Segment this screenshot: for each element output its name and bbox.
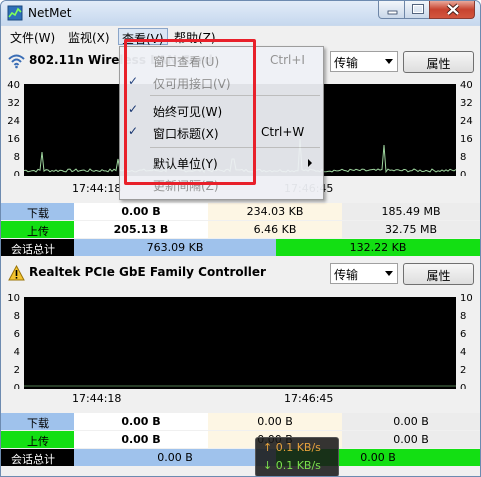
graph-plot-area bbox=[24, 297, 456, 389]
download-label: 下载 bbox=[1, 203, 74, 220]
download-total: 185.49 MB bbox=[342, 203, 480, 220]
view-menu-item-shortcut: Ctrl+W bbox=[261, 125, 305, 139]
y-tick-label-left: 16 bbox=[7, 134, 20, 145]
properties-button[interactable]: 属性 bbox=[403, 263, 474, 285]
session-total-label: 会话总计 bbox=[1, 239, 74, 256]
download-rate: 0.00 B bbox=[74, 413, 208, 430]
session-total-download: 763.09 KB bbox=[74, 239, 276, 256]
chevron-down-icon bbox=[385, 59, 393, 64]
y-tick-label-left: 8 bbox=[14, 311, 20, 322]
close-icon bbox=[446, 3, 460, 16]
mode-select-value: 传输 bbox=[334, 56, 359, 70]
upload-speed: ↑ 0.1 KB/s bbox=[263, 441, 321, 454]
warning-icon bbox=[8, 265, 25, 281]
download-total: 0.00 B bbox=[342, 413, 480, 430]
mode-select-value: 传输 bbox=[334, 268, 359, 282]
time-label-end: 17:46:45 bbox=[284, 392, 334, 405]
window-title: NetMet bbox=[28, 6, 72, 20]
traffic-graph: 10 10 8 8 6 6 4 4 2 2 0 0 17:44:18 17:46:45 bbox=[1, 289, 480, 405]
download-row: 下载 0.00 B 0.00 B 0.00 B bbox=[1, 413, 480, 430]
download-peak: 0.00 B bbox=[208, 413, 342, 430]
wifi-icon bbox=[8, 54, 25, 69]
minimize-icon bbox=[387, 10, 398, 15]
time-label-start: 17:44:18 bbox=[72, 182, 122, 195]
y-tick-label-left: 4 bbox=[14, 347, 20, 358]
download-peak: 234.03 KB bbox=[208, 203, 342, 220]
properties-button[interactable]: 属性 bbox=[403, 51, 474, 73]
upload-rate: 205.13 B bbox=[74, 221, 208, 238]
y-tick-label-right: 16 bbox=[460, 134, 473, 145]
upload-total: 0.00 B bbox=[342, 431, 480, 448]
session-total-upload: 132.22 KB bbox=[276, 239, 480, 256]
y-tick-label-right: 8 bbox=[460, 311, 466, 322]
download-label: 下载 bbox=[1, 413, 74, 430]
traffic-graph-svg: 10 10 8 8 6 6 4 4 2 2 0 0 bbox=[7, 293, 473, 389]
interface-header: Realtek PCIe GbE Family Controller 传输 属性 bbox=[1, 260, 480, 286]
upload-label: 上传 bbox=[1, 221, 74, 238]
maximize-icon bbox=[412, 4, 424, 14]
y-tick-label-right: 6 bbox=[460, 329, 466, 340]
menu-file[interactable]: 文件(W) bbox=[7, 28, 58, 45]
y-tick-label-right: 0 bbox=[460, 170, 466, 176]
y-tick-label-left: 0 bbox=[14, 383, 20, 389]
y-tick-label-right: 8 bbox=[460, 152, 466, 163]
y-tick-label-left: 6 bbox=[14, 329, 20, 340]
netmet-window: NetMet 文件(W) 监视(X) 查看(V) 帮助(Z) 802.11n W… bbox=[0, 0, 481, 477]
y-tick-label-right: 40 bbox=[460, 80, 473, 91]
upload-total: 32.75 MB bbox=[342, 221, 480, 238]
session-total-download: 0.00 B bbox=[74, 449, 276, 466]
y-tick-label-left: 24 bbox=[7, 116, 20, 127]
session-total-row: 会话总计 763.09 KB 132.22 KB bbox=[1, 239, 480, 256]
menu-monitor[interactable]: 监视(X) bbox=[65, 28, 113, 45]
maximize-button[interactable] bbox=[404, 1, 430, 19]
y-tick-label-right: 4 bbox=[460, 347, 466, 358]
minimize-button[interactable] bbox=[378, 1, 405, 19]
mode-select[interactable]: 传输 bbox=[330, 263, 398, 284]
chevron-down-icon bbox=[385, 271, 393, 276]
download-row: 下载 0.00 B 234.03 KB 185.49 MB bbox=[1, 203, 480, 220]
view-menu-item-shortcut: Ctrl+I bbox=[270, 53, 305, 67]
app-icon bbox=[7, 5, 23, 21]
interface-name: Realtek PCIe GbE Family Controller bbox=[29, 265, 266, 279]
y-tick-label-right: 2 bbox=[460, 365, 466, 376]
y-tick-label-left: 2 bbox=[14, 365, 20, 376]
upload-peak: 6.46 KB bbox=[208, 221, 342, 238]
upload-row: 上传 0.00 B 0.00 B 0.00 B bbox=[1, 431, 480, 448]
upload-label: 上传 bbox=[1, 431, 74, 448]
y-tick-label-right: 24 bbox=[460, 116, 473, 127]
y-tick-label-left: 8 bbox=[14, 152, 20, 163]
highlight-box bbox=[124, 39, 256, 185]
chevron-right-icon bbox=[308, 159, 312, 167]
close-button[interactable] bbox=[429, 1, 475, 19]
y-tick-label-left: 32 bbox=[7, 98, 20, 109]
y-tick-label-right: 10 bbox=[460, 293, 473, 304]
y-tick-label-left: 10 bbox=[7, 293, 20, 304]
download-rate: 0.00 B bbox=[74, 203, 208, 220]
y-tick-label-right: 32 bbox=[460, 98, 473, 109]
y-tick-label-right: 0 bbox=[460, 383, 466, 389]
title-bar[interactable]: NetMet bbox=[1, 1, 480, 25]
session-total-label: 会话总计 bbox=[1, 449, 74, 466]
time-label-start: 17:44:18 bbox=[72, 392, 122, 405]
upload-row: 上传 205.13 B 6.46 KB 32.75 MB bbox=[1, 221, 480, 238]
speed-widget[interactable]: ↑ 0.1 KB/s ↓ 0.1 KB/s bbox=[255, 437, 339, 476]
y-tick-label-left: 40 bbox=[7, 80, 20, 91]
upload-rate: 0.00 B bbox=[74, 431, 208, 448]
mode-select[interactable]: 传输 bbox=[330, 51, 398, 72]
download-speed: ↓ 0.1 KB/s bbox=[263, 459, 321, 472]
session-total-row: 会话总计 0.00 B 0.00 B bbox=[1, 449, 480, 466]
y-tick-label-left: 0 bbox=[14, 170, 20, 176]
